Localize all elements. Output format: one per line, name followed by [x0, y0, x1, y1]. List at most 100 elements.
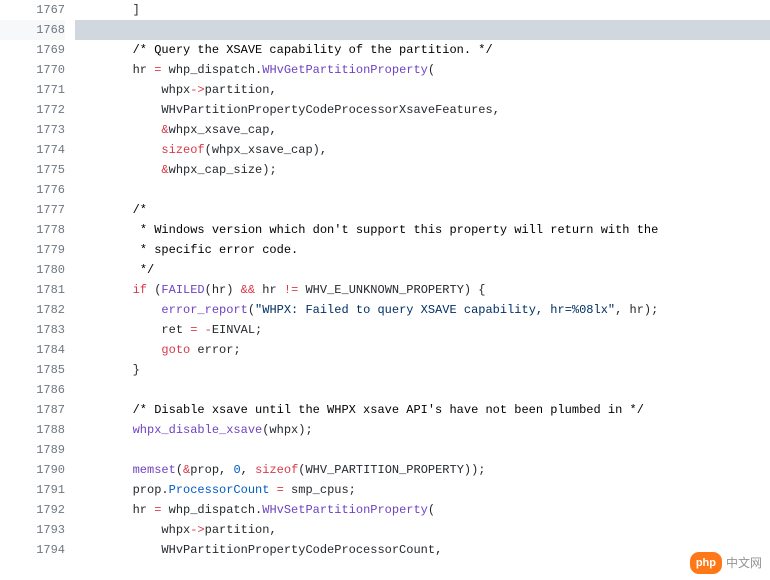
- code-line[interactable]: ret = -EINVAL;: [75, 320, 770, 340]
- code-line[interactable]: if (FAILED(hr) && hr != WHV_E_UNKNOWN_PR…: [75, 280, 770, 300]
- line-number[interactable]: 1791: [0, 480, 65, 500]
- token: /*: [133, 203, 147, 217]
- line-number[interactable]: 1782: [0, 300, 65, 320]
- line-number[interactable]: 1777: [0, 200, 65, 220]
- token: &: [161, 123, 168, 137]
- code-line[interactable]: whpx->partition,: [75, 520, 770, 540]
- token: ,: [269, 83, 276, 97]
- line-number[interactable]: 1780: [0, 260, 65, 280]
- token: ProcessorCount: [169, 483, 270, 497]
- code-line[interactable]: sizeof(whpx_xsave_cap),: [75, 140, 770, 160]
- token: ,: [320, 143, 327, 157]
- code-line[interactable]: memset(&prop, 0, sizeof(WHV_PARTITION_PR…: [75, 460, 770, 480]
- token: error_report: [161, 303, 247, 317]
- code-line[interactable]: &whpx_xsave_cap,: [75, 120, 770, 140]
- token: EINVAL;: [212, 323, 262, 337]
- code-line[interactable]: [75, 20, 770, 40]
- line-number[interactable]: 1788: [0, 420, 65, 440]
- token: */: [140, 263, 154, 277]
- line-number[interactable]: 1789: [0, 440, 65, 460]
- code-line[interactable]: }: [75, 360, 770, 380]
- token: (whpx);: [262, 423, 312, 437]
- token: whp_dispatch: [161, 63, 255, 77]
- code-line[interactable]: hr = whp_dispatch.WHvGetPartitionPropert…: [75, 60, 770, 80]
- token: ]: [133, 3, 140, 17]
- code-line[interactable]: hr = whp_dispatch.WHvSetPartitionPropert…: [75, 500, 770, 520]
- line-number[interactable]: 1770: [0, 60, 65, 80]
- token: WHvGetPartitionProperty: [262, 63, 428, 77]
- line-number[interactable]: 1774: [0, 140, 65, 160]
- code-line[interactable]: [75, 380, 770, 400]
- token: !=: [284, 283, 298, 297]
- code-line[interactable]: &whpx_cap_size);: [75, 160, 770, 180]
- line-number[interactable]: 1778: [0, 220, 65, 240]
- code-line[interactable]: WHvPartitionPropertyCodeProcessorXsaveFe…: [75, 100, 770, 120]
- token: /* Query the XSAVE capability of the par…: [133, 43, 493, 57]
- code-line[interactable]: prop.ProcessorCount = smp_cpus;: [75, 480, 770, 500]
- token: WHvPartitionPropertyCodeProcessorXsaveFe…: [161, 103, 492, 117]
- watermark-badge: php: [690, 552, 722, 574]
- token: goto: [161, 343, 190, 357]
- line-number[interactable]: 1790: [0, 460, 65, 480]
- line-number[interactable]: 1783: [0, 320, 65, 340]
- token: &: [161, 163, 168, 177]
- line-number[interactable]: 1793: [0, 520, 65, 540]
- token: /* Disable xsave until the WHPX xsave AP…: [133, 403, 644, 417]
- code-line[interactable]: whpx_disable_xsave(whpx);: [75, 420, 770, 440]
- token: }: [133, 363, 140, 377]
- line-number[interactable]: 1779: [0, 240, 65, 260]
- line-number[interactable]: 1776: [0, 180, 65, 200]
- token: WHvSetPartitionProperty: [262, 503, 428, 517]
- code-line[interactable]: * specific error code.: [75, 240, 770, 260]
- token: ,: [241, 463, 255, 477]
- code-line[interactable]: * Windows version which don't support th…: [75, 220, 770, 240]
- code-line[interactable]: /* Disable xsave until the WHPX xsave AP…: [75, 400, 770, 420]
- token: (WHV_PARTITION_PROPERTY));: [298, 463, 485, 477]
- code-line[interactable]: error_report("WHPX: Failed to query XSAV…: [75, 300, 770, 320]
- token: whpx: [161, 523, 190, 537]
- token: prop: [133, 483, 162, 497]
- code-line[interactable]: /*: [75, 200, 770, 220]
- token: ,: [435, 543, 442, 557]
- line-number[interactable]: 1787: [0, 400, 65, 420]
- token: [269, 483, 276, 497]
- code-line[interactable]: ]: [75, 0, 770, 20]
- token: (: [428, 63, 435, 77]
- line-number[interactable]: 1772: [0, 100, 65, 120]
- token: (: [428, 503, 435, 517]
- line-number[interactable]: 1784: [0, 340, 65, 360]
- line-number[interactable]: 1767: [0, 0, 65, 20]
- line-number[interactable]: 1769: [0, 40, 65, 60]
- code-line[interactable]: WHvPartitionPropertyCodeProcessorCount,: [75, 540, 770, 560]
- line-number[interactable]: 1781: [0, 280, 65, 300]
- line-number[interactable]: 1794: [0, 540, 65, 560]
- token: 0: [233, 463, 240, 477]
- token: whpx_xsave_cap: [169, 123, 270, 137]
- token: =: [277, 483, 284, 497]
- code-line[interactable]: /* Query the XSAVE capability of the par…: [75, 40, 770, 60]
- token: whpx_disable_xsave: [133, 423, 263, 437]
- token: ret: [161, 323, 190, 337]
- line-number[interactable]: 1786: [0, 380, 65, 400]
- line-number[interactable]: 1768: [0, 20, 65, 40]
- line-number[interactable]: 1775: [0, 160, 65, 180]
- code-content[interactable]: ] /* Query the XSAVE capability of the p…: [75, 0, 770, 560]
- code-line[interactable]: [75, 180, 770, 200]
- code-line[interactable]: */: [75, 260, 770, 280]
- watermark-text: 中文网: [726, 553, 762, 573]
- token: sizeof: [161, 143, 204, 157]
- code-line[interactable]: [75, 440, 770, 460]
- code-line[interactable]: whpx->partition,: [75, 80, 770, 100]
- token: (: [176, 463, 183, 477]
- line-number-gutter[interactable]: 1767176817691770177117721773177417751776…: [0, 0, 75, 560]
- token: "WHPX: Failed to query XSAVE capability,…: [255, 303, 615, 317]
- line-number[interactable]: 1773: [0, 120, 65, 140]
- token: partition: [205, 83, 270, 97]
- line-number[interactable]: 1771: [0, 80, 65, 100]
- line-number[interactable]: 1792: [0, 500, 65, 520]
- line-number[interactable]: 1785: [0, 360, 65, 380]
- code-line[interactable]: goto error;: [75, 340, 770, 360]
- token: ->: [190, 523, 204, 537]
- token: whp_dispatch: [161, 503, 255, 517]
- token: (whpx_xsave_cap): [205, 143, 320, 157]
